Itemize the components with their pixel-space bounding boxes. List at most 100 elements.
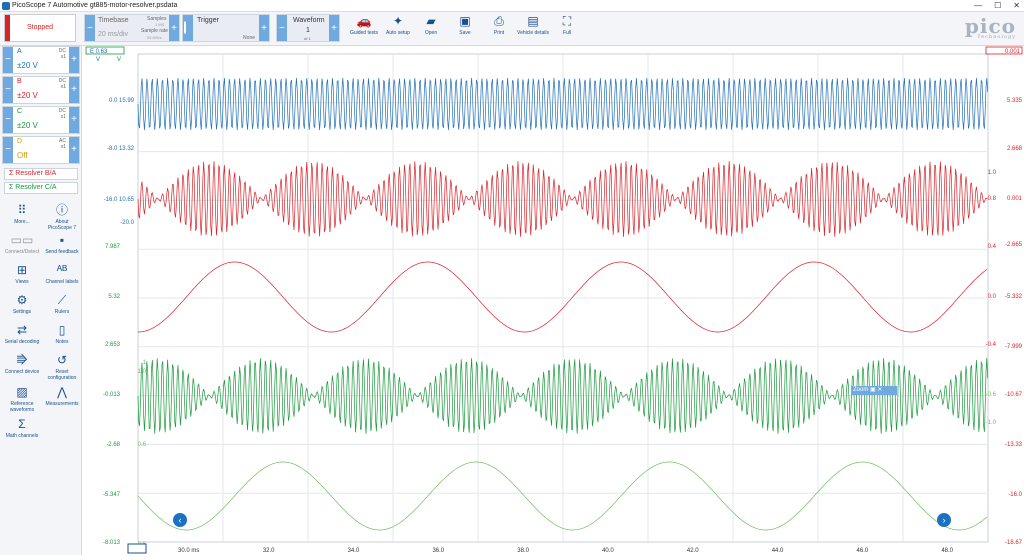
trigger-right-button[interactable]: + xyxy=(259,15,269,41)
left-axis-a-label: -16.0 10.65 xyxy=(104,197,135,203)
left-axis-c-label: -8.013 xyxy=(103,540,121,546)
trigger-group[interactable]: ▎ Trigger None + xyxy=(182,14,270,42)
feedback-icon: ▪ xyxy=(59,233,65,247)
waveform-prev-button[interactable]: − xyxy=(277,15,287,41)
x-tick-label: 36.0 xyxy=(432,548,444,554)
views-button[interactable]: ⊞ Views xyxy=(3,262,41,292)
settings-button[interactable]: ⚙ Settings xyxy=(3,292,41,322)
left-axis-a-label: -8.0 13.32 xyxy=(107,146,135,152)
save-button[interactable]: ▣ Save xyxy=(447,14,483,42)
channel-a-increase-button[interactable]: + xyxy=(69,47,79,73)
resolver-ba-scale-label: 0.8 xyxy=(988,196,997,202)
print-button[interactable]: ⎙ Print xyxy=(481,14,517,42)
connect-icon: ▭▭ xyxy=(10,233,34,247)
resolver-ca-scale-label: 1.0 xyxy=(138,369,147,375)
channel-a-range[interactable]: ±20 V xyxy=(17,61,38,70)
waveform-label: Waveform xyxy=(293,17,325,24)
rulers-button[interactable]: ⟋ Rulers xyxy=(43,292,81,322)
channel-d-coupling: AC x1 xyxy=(59,138,66,150)
about-button[interactable]: ⓘ About PicoScope 7 xyxy=(43,202,81,232)
resolver-ba-scale-label: 0.4 xyxy=(988,244,997,250)
full-screen-button[interactable]: ⛶ Full xyxy=(549,14,585,42)
wand-icon: ✦ xyxy=(392,14,404,28)
channel-labels-icon: ᴬᴮ xyxy=(56,263,68,277)
channel-c-panel[interactable]: − C ±20 V DC x1 + xyxy=(2,106,80,134)
timebase-increase-button[interactable]: + xyxy=(169,15,179,41)
channel-a-decrease-button[interactable]: − xyxy=(3,47,13,73)
close-button[interactable]: ✕ xyxy=(1013,0,1020,12)
notes-button[interactable]: ▯ Notes xyxy=(43,322,81,352)
timebase-value[interactable]: 20 ms/div xyxy=(98,31,128,38)
timebase-label: Timebase xyxy=(98,17,129,24)
axis-b-unit: V xyxy=(117,57,121,63)
serial-decoding-button[interactable]: ⇄ Serial decoding xyxy=(3,322,41,352)
connect-detect-button[interactable]: ▭▭ Connect/Detect xyxy=(3,232,41,262)
x-tick-label: 30.0 ms xyxy=(178,548,199,554)
left-axis-c-label: 5.32 xyxy=(108,294,120,300)
connect-device-button[interactable]: ⭆ Connect device xyxy=(3,352,41,382)
vehicle-details-button[interactable]: ▤ Vehicle details xyxy=(515,14,551,42)
math-channels-button[interactable]: Σ Math channels xyxy=(3,416,41,446)
x-tick-label: 38.0 xyxy=(517,548,529,554)
views-icon: ⊞ xyxy=(16,263,28,277)
zoom-toolbar[interactable]: Zoom ▣ ✕ xyxy=(851,386,897,395)
measurements-button[interactable]: ⋀ Measurements xyxy=(43,384,81,414)
left-axis-a-label: -20.0 xyxy=(120,220,134,226)
channel-b-increase-button[interactable]: + xyxy=(69,77,79,103)
channel-a-coupling: DC x1 xyxy=(58,48,66,60)
open-button[interactable]: ▰ Open xyxy=(413,14,449,42)
x-tick-label: 46.0 xyxy=(857,548,869,554)
channel-c-increase-button[interactable]: + xyxy=(69,107,79,133)
more-button[interactable]: ⠿ More... xyxy=(3,202,41,232)
scroll-right-button[interactable]: › xyxy=(937,513,951,527)
maximize-button[interactable]: ☐ xyxy=(994,0,1001,12)
right-axis-b-label: -10.67 xyxy=(1005,392,1023,398)
channel-d-range[interactable]: Off xyxy=(17,151,28,160)
channel-d-panel[interactable]: − D Off AC x1 + xyxy=(2,136,80,164)
channel-d-decrease-button[interactable]: − xyxy=(3,137,13,163)
channel-b-decrease-button[interactable]: − xyxy=(3,77,13,103)
sigma-icon: Σ xyxy=(9,170,14,177)
scroll-left-button[interactable]: ‹ xyxy=(173,513,187,527)
math-channel-resolver-ba[interactable]: Σ Resolver B/A xyxy=(4,168,78,180)
left-sidebar: − A ±20 V DC x1 + − B ±20 V DC x1 + − C ±2… xyxy=(0,46,82,555)
grid-icon: ⠿ xyxy=(17,203,27,217)
left-axis-c-label: -0.013 xyxy=(103,392,121,398)
math-channel-resolver-ca[interactable]: Σ Resolver C/A xyxy=(4,182,78,194)
channel-labels-button[interactable]: ᴬᴮ Channel labels xyxy=(43,262,81,292)
reference-waveforms-button[interactable]: ▨ Reference waveforms xyxy=(3,384,41,414)
guided-tests-button[interactable]: 🚗 Guided tests xyxy=(346,14,382,42)
trigger-left-button[interactable]: ▎ xyxy=(183,15,193,41)
channel-b-panel[interactable]: − B ±20 V DC x1 + xyxy=(2,76,80,104)
waveform-value: 1 xyxy=(306,27,310,34)
print-icon: ⎙ xyxy=(494,14,504,28)
channel-b-coupling: DC x1 xyxy=(58,78,66,90)
scope-view[interactable]: 30.0 ms 32.0 34.0 36.0 38.0 40.0 42.0 44.0 46.0 4… xyxy=(84,46,1024,555)
send-feedback-button[interactable]: ▪ Send feedback xyxy=(43,232,81,262)
serial-icon: ⇄ xyxy=(16,323,28,337)
notes-icon: ▯ xyxy=(58,323,66,337)
sigma-icon: Σ xyxy=(18,417,26,431)
channel-c-range[interactable]: ±20 V xyxy=(17,121,38,130)
reset-icon: ↺ xyxy=(56,353,68,367)
run-stop-button[interactable]: Stopped xyxy=(4,14,76,42)
x-tick-label: 44.0 xyxy=(772,548,784,554)
channel-b-range[interactable]: ±20 V xyxy=(17,91,38,100)
channel-d-increase-button[interactable]: + xyxy=(69,137,79,163)
ruler-icon: ⟋ xyxy=(57,293,67,307)
left-axis-c-label: 7.987 xyxy=(105,244,121,250)
channel-c-decrease-button[interactable]: − xyxy=(3,107,13,133)
waveform-next-button[interactable]: + xyxy=(329,15,339,41)
resolver-ca-scale-label: 0.6 xyxy=(138,442,147,448)
auto-setup-button[interactable]: ✦ Auto setup xyxy=(380,14,416,42)
reset-configuration-button[interactable]: ↺ Reset configuration xyxy=(43,352,81,382)
scope-plot[interactable]: 30.0 ms 32.0 34.0 36.0 38.0 40.0 42.0 44.0 46.0 4… xyxy=(84,46,1024,555)
channel-a-panel[interactable]: − A ±20 V DC x1 + xyxy=(2,46,80,74)
title-bar: PicoScope 7 Automotive gt885-motor-resol… xyxy=(0,0,1024,12)
axis-a-unit: V xyxy=(96,57,100,63)
channel-c-name: C xyxy=(17,108,23,115)
window-title: PicoScope 7 Automotive gt885-motor-resol… xyxy=(12,2,178,9)
gear-icon: ⚙ xyxy=(16,293,28,307)
timebase-decrease-button[interactable]: − xyxy=(85,15,95,41)
minimize-button[interactable]: — xyxy=(974,0,982,12)
